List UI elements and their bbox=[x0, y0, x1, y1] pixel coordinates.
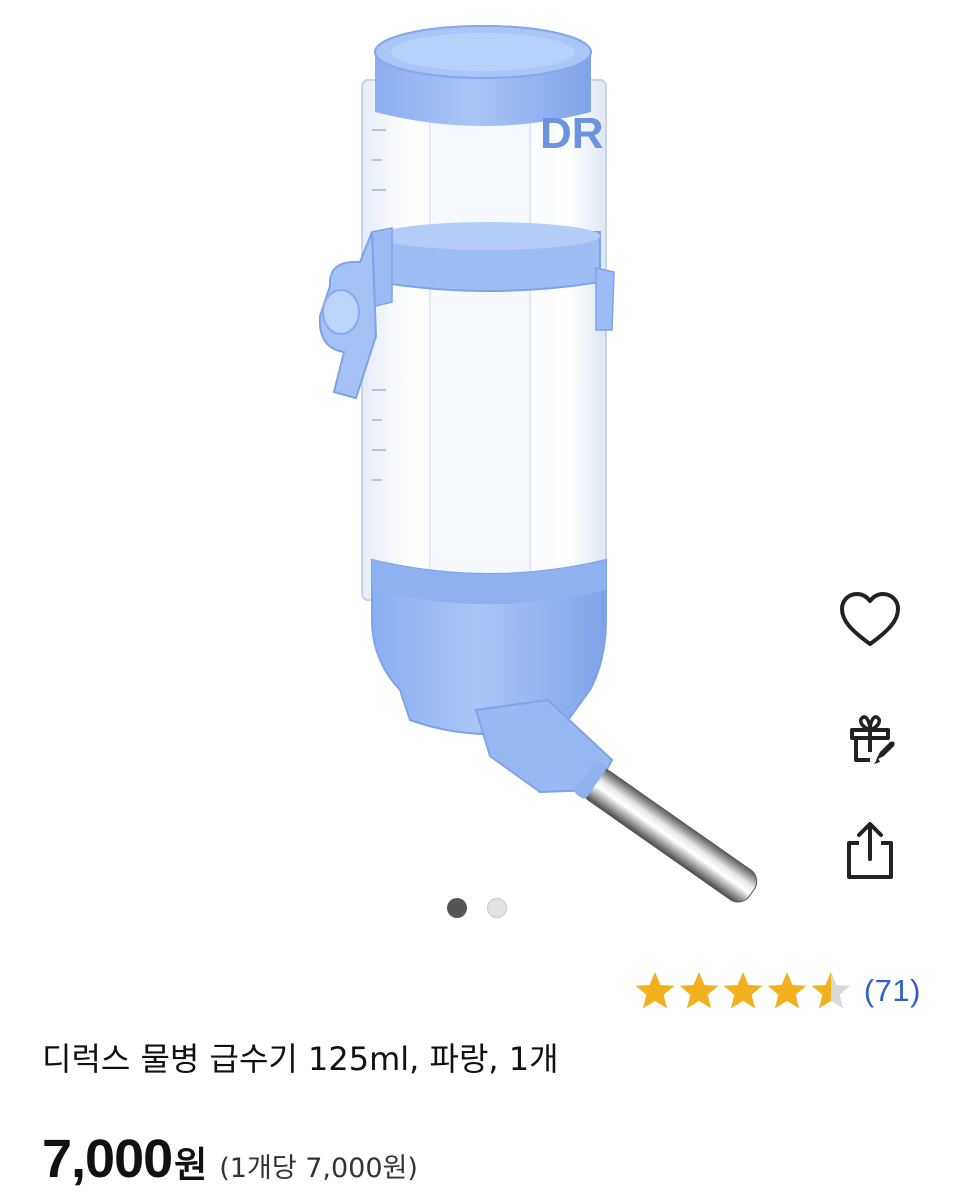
star-icon bbox=[811, 972, 851, 1009]
product-image[interactable]: DR bbox=[0, 0, 953, 940]
star-icon bbox=[679, 972, 719, 1009]
gift-button[interactable] bbox=[830, 698, 910, 778]
gift-rocket-icon bbox=[850, 715, 895, 764]
rating-summary[interactable]: (71) bbox=[634, 966, 921, 1016]
star-icon bbox=[635, 972, 675, 1009]
pager-dots bbox=[446, 898, 507, 922]
pager-dot[interactable] bbox=[446, 898, 467, 918]
unit-price: (1개당 7,000원) bbox=[219, 1153, 418, 1184]
wishlist-button[interactable] bbox=[830, 580, 910, 660]
image-pager bbox=[0, 898, 953, 922]
price-amount: 7,000 bbox=[42, 1129, 173, 1189]
price-row: 7,000 원 (1개당 7,000원) bbox=[42, 1128, 418, 1190]
star-icon bbox=[723, 972, 763, 1009]
heart-icon bbox=[840, 592, 900, 646]
review-count-link[interactable]: (71) bbox=[864, 973, 921, 1009]
star-rating bbox=[634, 970, 852, 1012]
bottle-label: DR bbox=[540, 109, 604, 158]
product-title: 디럭스 물병 급수기 125ml, 파랑, 1개 bbox=[42, 1040, 559, 1078]
pager-dot[interactable] bbox=[486, 898, 507, 918]
share-icon bbox=[847, 822, 893, 879]
share-button[interactable] bbox=[830, 810, 910, 890]
price-currency: 원 bbox=[174, 1145, 208, 1186]
star-icon bbox=[767, 972, 807, 1009]
